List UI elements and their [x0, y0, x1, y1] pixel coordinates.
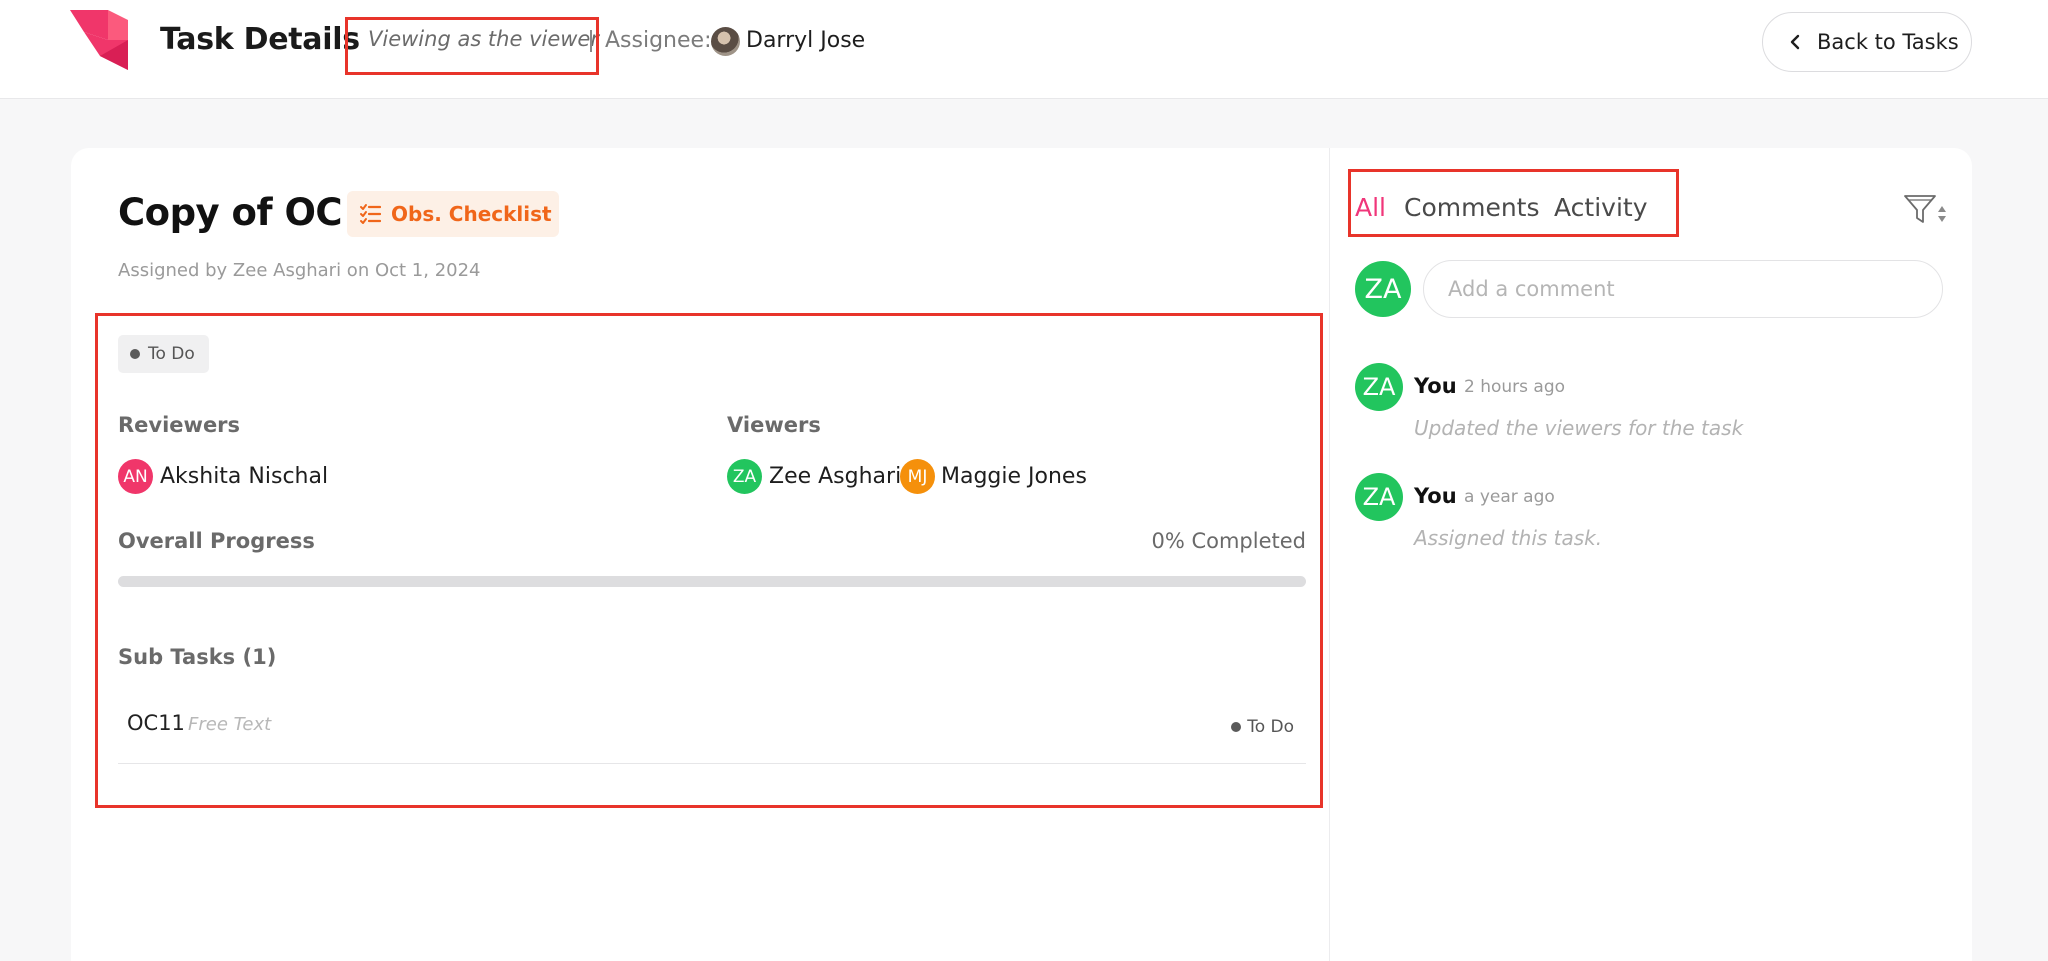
activity-avatar: ZA [1355, 473, 1403, 521]
subtask-status: To Do [1231, 717, 1294, 737]
activity-user: You [1414, 374, 1457, 398]
status-dot [130, 349, 140, 359]
viewer-name: Maggie Jones [941, 464, 1087, 489]
reviewers-label: Reviewers [118, 413, 241, 437]
reviewer-avatar: AN [118, 459, 153, 494]
task-type-label: Obs. Checklist [391, 202, 552, 226]
activity-time: a year ago [1464, 487, 1555, 507]
tab-activity[interactable]: Activity [1554, 193, 1648, 222]
activity-user: You [1414, 484, 1457, 508]
subtask-status-dot [1231, 722, 1242, 732]
viewer-avatar: MJ [900, 459, 935, 494]
task-type-badge: Obs. Checklist [347, 191, 559, 237]
subtask-name: OC11 [127, 711, 185, 735]
panel-divider [1329, 148, 1330, 961]
current-user-avatar: ZA [1355, 261, 1411, 317]
comment-input[interactable] [1423, 260, 1943, 318]
progress-bar [118, 576, 1306, 587]
reviewer-name: Akshita Nischal [160, 464, 329, 489]
subtask-row[interactable]: OC11 Free Text To Do [118, 690, 1306, 764]
viewer-name: Zee Asghari, [769, 464, 909, 489]
tab-comments[interactable]: Comments [1404, 193, 1540, 222]
assignee-name: Darryl Jose [746, 28, 866, 53]
assignee-label: Assignee: [605, 28, 712, 53]
back-to-tasks-button[interactable]: Back to Tasks [1762, 12, 1972, 72]
filter-sort-icon[interactable] [1902, 191, 1948, 229]
status-badge[interactable]: To Do [118, 335, 209, 373]
checklist-icon [360, 204, 381, 224]
viewing-mode-note: Viewing as the viewer [368, 27, 599, 51]
assigned-by-text: Assigned by Zee Asghari on Oct 1, 2024 [118, 260, 481, 281]
activity-text: Assigned this task. [1414, 526, 1603, 550]
subtask-type: Free Text [188, 714, 272, 735]
assignee-avatar [711, 27, 740, 56]
viewer-avatar: ZA [727, 459, 762, 494]
activity-text: Updated the viewers for the task [1414, 416, 1744, 440]
back-to-tasks-label: Back to Tasks [1817, 30, 1959, 54]
page-title: Task Details [160, 22, 360, 57]
tab-all[interactable]: All [1355, 193, 1386, 222]
subtasks-label: Sub Tasks (1) [118, 645, 277, 669]
top-header: Task Details Viewing as the viewer Assig… [0, 0, 2048, 99]
activity-avatar: ZA [1355, 363, 1403, 411]
header-separator [590, 30, 592, 52]
overall-progress-label: Overall Progress [118, 529, 315, 553]
app-logo-icon[interactable] [70, 10, 132, 72]
viewers-label: Viewers [727, 413, 821, 437]
activity-time: 2 hours ago [1464, 377, 1566, 397]
task-title: Copy of OC 1 [118, 191, 380, 234]
progress-percent-text: 0% Completed [1151, 529, 1306, 553]
chevron-left-icon [1790, 34, 1800, 50]
subtask-status-label: To Do [1247, 717, 1294, 737]
status-label: To Do [148, 344, 195, 364]
